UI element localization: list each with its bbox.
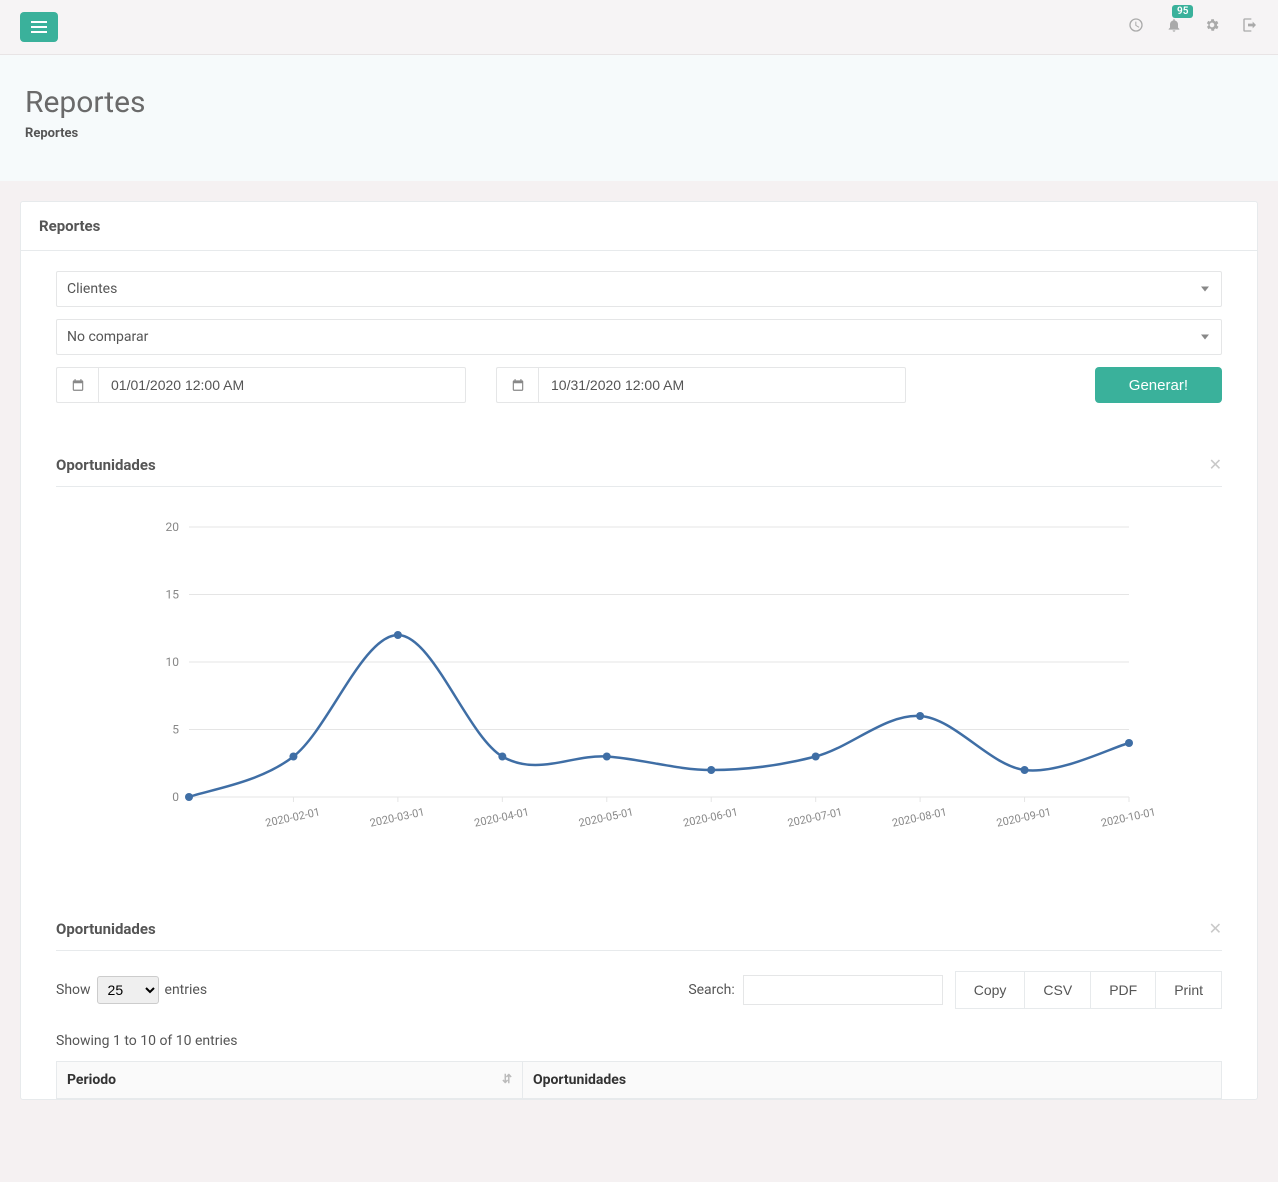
table-section-title: Oportunidades bbox=[56, 920, 156, 938]
report-type-value: Clientes bbox=[67, 281, 117, 297]
search-input[interactable] bbox=[743, 975, 943, 1005]
svg-text:2020-09-01: 2020-09-01 bbox=[995, 805, 1052, 829]
close-icon[interactable]: ✕ bbox=[1209, 919, 1222, 938]
table-info: Showing 1 to 10 of 10 entries bbox=[56, 1027, 1222, 1061]
chevron-down-icon bbox=[1201, 287, 1209, 292]
svg-text:2020-07-01: 2020-07-01 bbox=[786, 805, 843, 829]
print-button[interactable]: Print bbox=[1156, 971, 1222, 1009]
oportunidades-table: Periodo ⇵ Oportunidades bbox=[56, 1061, 1222, 1099]
date-from-input[interactable] bbox=[98, 367, 466, 403]
show-label-suffix: entries bbox=[165, 982, 208, 998]
svg-text:5: 5 bbox=[172, 723, 179, 737]
svg-text:20: 20 bbox=[166, 520, 180, 534]
svg-text:10: 10 bbox=[166, 655, 180, 669]
panel-title: Reportes bbox=[39, 217, 100, 235]
search-label: Search: bbox=[688, 982, 734, 998]
svg-text:2020-03-01: 2020-03-01 bbox=[369, 805, 426, 829]
col-periodo[interactable]: Periodo ⇵ bbox=[57, 1062, 523, 1099]
col-oportunidades[interactable]: Oportunidades bbox=[523, 1062, 1222, 1099]
svg-text:15: 15 bbox=[166, 588, 180, 602]
csv-button[interactable]: CSV bbox=[1025, 971, 1091, 1009]
chart-section-title: Oportunidades bbox=[56, 456, 156, 474]
breadcrumb: Reportes bbox=[25, 126, 1253, 141]
show-label-prefix: Show bbox=[56, 982, 91, 998]
logout-icon[interactable] bbox=[1242, 17, 1258, 37]
copy-button[interactable]: Copy bbox=[955, 971, 1026, 1009]
close-icon[interactable]: ✕ bbox=[1209, 455, 1222, 474]
oportunidades-chart: 0 5 10 15 20 2020-02-01 2020-03-01 2020-04-01 20… bbox=[56, 517, 1222, 857]
generate-button[interactable]: Generar! bbox=[1095, 367, 1222, 403]
entries-select[interactable]: 25 bbox=[97, 976, 159, 1004]
notifications-bell[interactable]: 95 bbox=[1166, 17, 1182, 37]
svg-text:2020-08-01: 2020-08-01 bbox=[891, 805, 948, 829]
svg-text:2020-02-01: 2020-02-01 bbox=[264, 805, 321, 829]
notifications-badge: 95 bbox=[1172, 5, 1193, 18]
calendar-icon bbox=[496, 367, 538, 403]
compare-value: No comparar bbox=[67, 329, 148, 345]
clock-icon[interactable] bbox=[1128, 17, 1144, 37]
report-type-select[interactable]: Clientes bbox=[56, 271, 1222, 307]
page-title: Reportes bbox=[25, 85, 1253, 120]
calendar-icon bbox=[56, 367, 98, 403]
date-to-input[interactable] bbox=[538, 367, 906, 403]
svg-text:2020-04-01: 2020-04-01 bbox=[473, 805, 530, 829]
svg-text:2020-06-01: 2020-06-01 bbox=[682, 805, 739, 829]
chevron-down-icon bbox=[1201, 335, 1209, 340]
svg-text:2020-05-01: 2020-05-01 bbox=[578, 805, 635, 829]
svg-text:0: 0 bbox=[172, 790, 179, 804]
gear-icon[interactable] bbox=[1204, 17, 1220, 37]
compare-select[interactable]: No comparar bbox=[56, 319, 1222, 355]
menu-toggle-button[interactable] bbox=[20, 12, 58, 42]
bell-icon bbox=[1166, 17, 1182, 33]
pdf-button[interactable]: PDF bbox=[1091, 971, 1156, 1009]
svg-text:2020-10-01: 2020-10-01 bbox=[1100, 805, 1157, 829]
reportes-panel: Reportes Clientes No comparar bbox=[20, 201, 1258, 1100]
sort-icon: ⇵ bbox=[502, 1072, 512, 1086]
